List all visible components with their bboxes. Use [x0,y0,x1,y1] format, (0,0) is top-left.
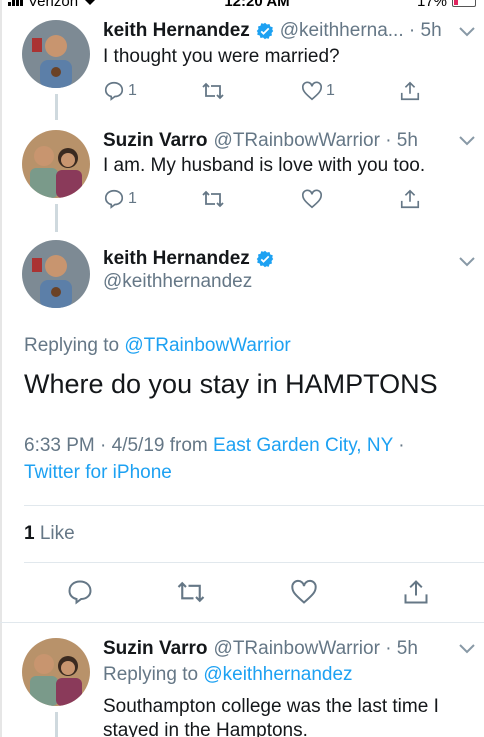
replying-prefix: Replying to [103,664,199,685]
retweet-icon [202,190,224,208]
reply-icon[interactable] [66,578,94,606]
reply-count: 1 [128,190,137,207]
like-count: 1 [326,82,335,99]
chevron-down-icon[interactable] [458,26,476,38]
tweet-meta: 6:33 PM · 4/5/19 from East Garden City, … [24,435,405,457]
reply-tweet[interactable]: Suzin Varro @TRainbowWarrior · 5h Replyi… [0,630,484,737]
source-link[interactable]: Twitter for iPhone [24,462,172,484]
author-name[interactable]: Suzin Varro [103,638,208,660]
like-icon [302,81,322,101]
thread-line [55,712,58,737]
like-total: 1 [24,523,35,544]
divider [24,505,484,506]
avatar[interactable] [22,240,90,308]
detail-actions [0,578,484,608]
retweet-icon[interactable] [176,578,206,606]
timestamp: 6:33 PM · 4/5/19 from [24,435,208,456]
author-handle[interactable]: @TRainbowWarrior · 5h [214,130,418,152]
thread-line [55,96,58,106]
share-icon[interactable] [402,578,430,606]
share-button[interactable] [399,80,421,102]
reply-icon [104,81,124,101]
tweet-1[interactable]: keith Hernandez @keithherna... · 5h I th… [0,0,484,120]
reply-count: 1 [128,82,137,99]
author-handle[interactable]: @keithherna... · 5h [280,20,442,42]
share-icon [400,189,420,209]
like-icon[interactable] [290,578,318,606]
verified-badge-icon [256,22,274,40]
replying-prefix: Replying to [24,335,120,356]
divider [0,622,484,623]
like-button[interactable] [301,188,323,210]
chevron-down-icon[interactable] [458,135,476,147]
retweet-icon [202,82,224,100]
share-button[interactable] [399,188,421,210]
tweet-text: Where do you stay in HAMPTONS [24,369,438,399]
tweet-text: I thought you were married? [103,46,340,67]
tweet-text: I am. My husband is love with you too. [103,155,426,176]
reply-button[interactable]: 1 [103,80,137,102]
chevron-down-icon[interactable] [458,256,476,268]
verified-badge-icon [256,250,274,268]
chevron-down-icon[interactable] [458,643,476,655]
author-name[interactable]: keith Hernandez [103,248,250,270]
like-button[interactable]: 1 [301,80,335,102]
divider [24,562,484,563]
author-name[interactable]: Suzin Varro [103,130,208,152]
tweet-2[interactable]: Suzin Varro @TRainbowWarrior · 5h I am. … [0,96,484,232]
like-summary[interactable]: 1 Like [24,523,75,545]
replying-to-link[interactable]: @TRainbowWarrior [124,335,290,356]
retweet-button[interactable] [201,80,225,102]
tweet-text-line-1: Southampton college was the last time I [103,696,439,717]
tweet-actions: 1 1 [103,80,433,104]
tweet-actions: 1 [103,188,433,212]
reply-icon [104,189,124,209]
avatar[interactable] [22,20,90,88]
author-name[interactable]: keith Hernandez [103,20,250,42]
like-label: Like [39,523,75,544]
reply-button[interactable]: 1 [103,188,137,210]
tweet-text-line-2: stayed in the Hamptons. [103,720,308,737]
author-handle[interactable]: @keithhernandez [103,271,252,293]
retweet-button[interactable] [201,188,225,210]
meta-separator: · [398,435,405,456]
avatar[interactable] [22,638,90,706]
avatar[interactable] [22,130,90,198]
location-link[interactable]: East Garden City, NY [213,435,393,456]
author-handle[interactable]: @TRainbowWarrior · 5h [214,638,418,660]
replying-to-link[interactable]: @keithhernandez [203,664,352,685]
replying-to: Replying to @TRainbowWarrior [24,335,291,357]
share-icon [400,81,420,101]
like-icon [302,189,322,209]
replying-to: Replying to @keithhernandez [103,664,353,686]
thread-line [55,204,58,232]
